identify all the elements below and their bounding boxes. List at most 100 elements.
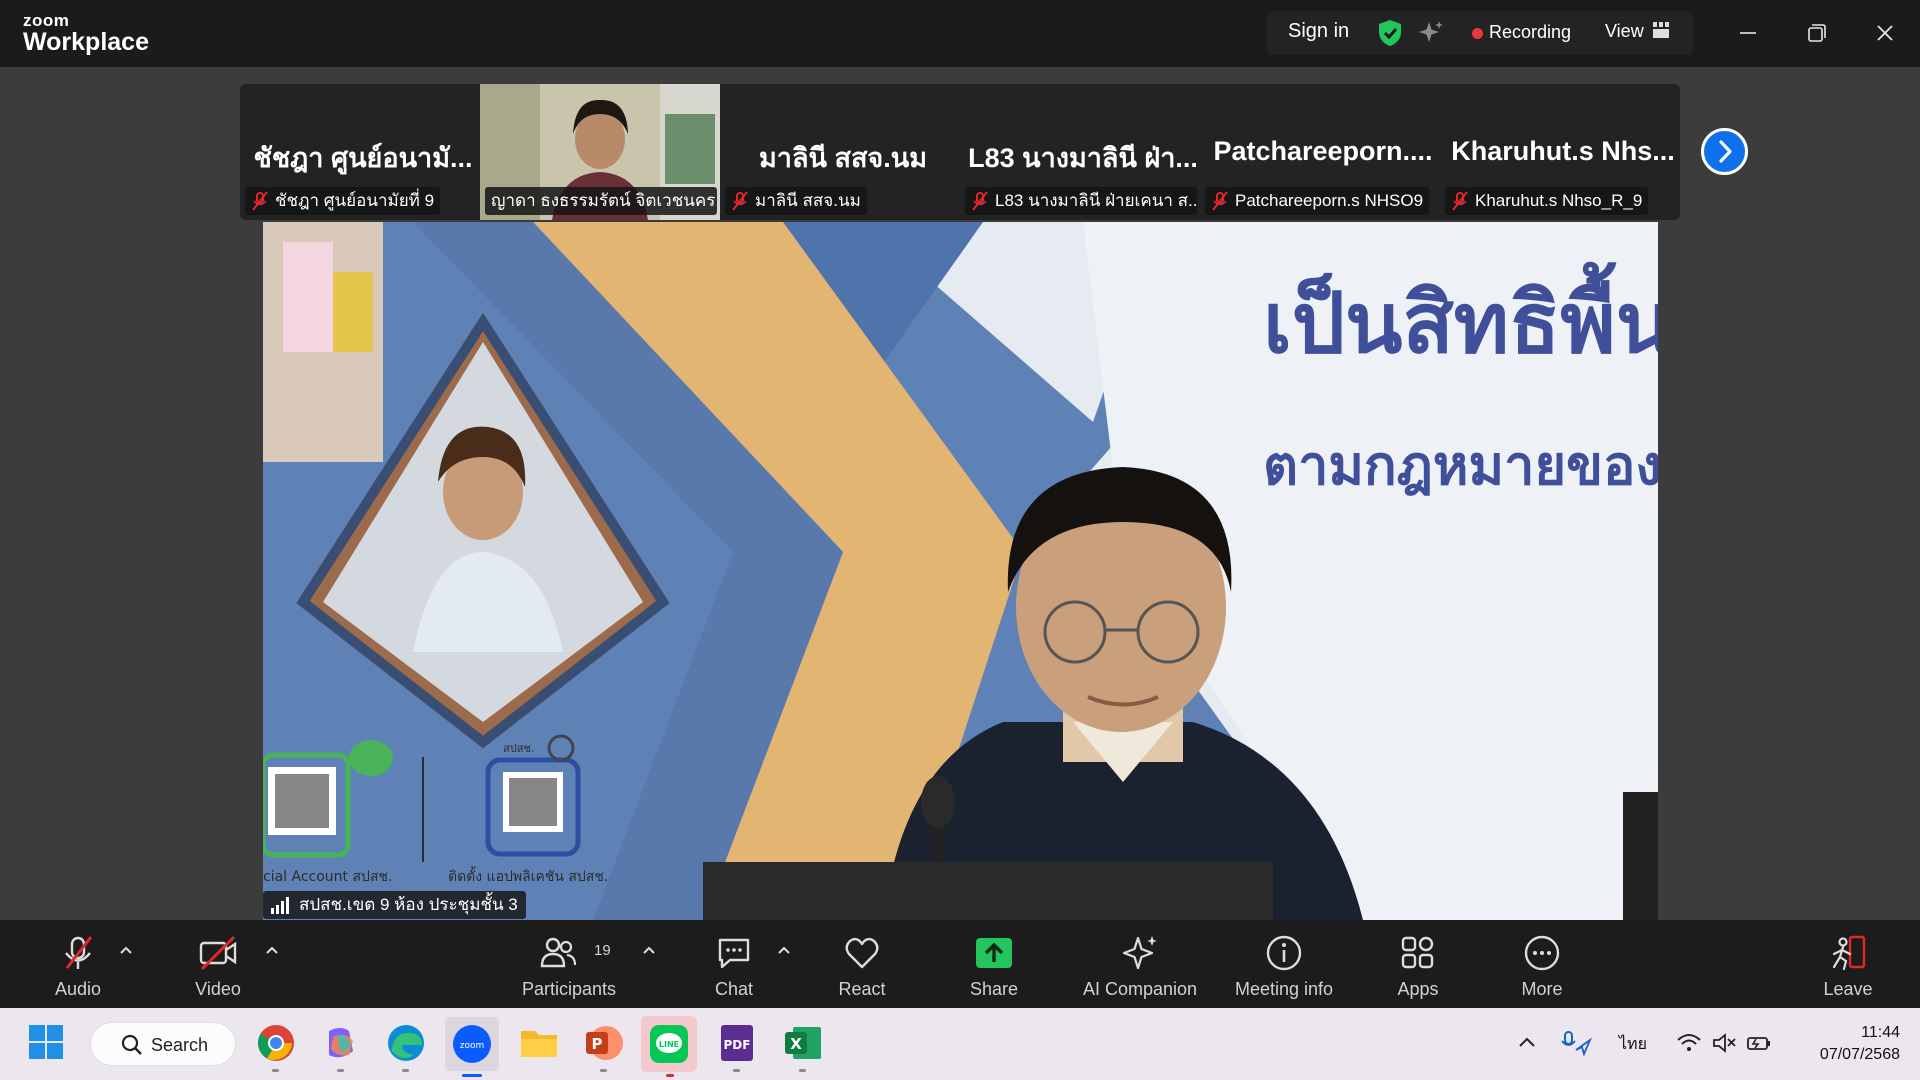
participant-name-label: Patchareeporn.s NHSO9 [1205, 187, 1430, 215]
wifi-icon[interactable] [1676, 1030, 1702, 1056]
muted-mic-icon [252, 191, 268, 211]
participant-name-label: L83 นางมาลินี ฝ่ายเคนา ส... [965, 187, 1197, 215]
running-indicator [402, 1069, 409, 1072]
chrome-icon[interactable] [254, 1021, 298, 1065]
ai-companion-label: AI Companion [1082, 979, 1198, 999]
minimize-icon[interactable] [1731, 17, 1765, 49]
speaker-name-label: สปสช.เขต 9 ห้อง ประชุมชั้น 3 [263, 891, 526, 919]
participant-name-text: L83 นางมาลินี ฝ่ายเคนา ส... [995, 191, 1197, 210]
muted-mic-icon [1212, 191, 1228, 211]
show-hidden-icons-chevron-icon[interactable] [1514, 1030, 1540, 1056]
audio-options-chevron-icon[interactable] [118, 944, 134, 956]
clock-time: 11:44 [1861, 1024, 1900, 1041]
svg-text:X: X [790, 1035, 802, 1053]
participants-options-chevron-icon[interactable] [641, 944, 657, 956]
participant-tile-video[interactable]: ญาดา ธงธรรมรัตน์ จิตเวชนคร... [480, 84, 720, 220]
participant-tile[interactable]: Kharuhut.s Nhs... Kharuhut.s Nhso_R_9 [1440, 84, 1680, 220]
participant-tile[interactable]: ชัชฎา ศูนย์อนามั... ชัชฎา ศูนย์อนามัยที่… [240, 84, 480, 220]
participant-tile[interactable]: มาลินี สสจ.นม มาลินี สสจ.นม [720, 84, 960, 220]
recording-indicator[interactable]: Recording [1489, 22, 1571, 43]
battery-icon[interactable] [1746, 1030, 1772, 1056]
view-button[interactable]: View [1605, 21, 1644, 42]
participant-name-label: ชัชฎา ศูนย์อนามัยที่ 9 [245, 187, 441, 215]
microphone-location-icon[interactable] [1560, 1030, 1592, 1056]
system-clock[interactable]: 11:44 07/07/2568 [1790, 1022, 1900, 1066]
participants-count-badge: 19 [594, 942, 611, 959]
leave-button[interactable]: Leave [1808, 920, 1888, 1008]
video-off-icon [199, 935, 237, 971]
grid-view-icon[interactable] [1653, 22, 1669, 38]
svg-text:LINE: LINE [659, 1040, 679, 1049]
line-app-icon: LINE [650, 1025, 688, 1063]
participants-button[interactable]: Participants [514, 920, 624, 1008]
signal-strength-icon [271, 897, 289, 914]
ai-sparkle-icon[interactable] [1418, 20, 1444, 46]
participant-display-name: ชัชฎา ศูนย์อนามั... [253, 143, 473, 173]
edge-icon[interactable] [384, 1021, 428, 1065]
participant-name-label: Kharuhut.s Nhso_R_9 [1445, 187, 1649, 215]
participant-name-label: ญาดา ธงธรรมรัตน์ จิตเวชนคร... [485, 187, 717, 215]
participant-tile[interactable]: L83 นางมาลินี ฝ่า... L83 นางมาลินี ฝ่ายเ… [960, 84, 1200, 220]
muted-mic-icon [972, 191, 988, 211]
running-indicator [272, 1069, 279, 1072]
speaker-video-frame: เป็นสิทธิพื้น ตามกฎหมายของ สปสช. cial Ac… [263, 222, 1658, 920]
next-page-chevron-icon[interactable] [1701, 128, 1748, 175]
ai-companion-button[interactable]: AI Companion [1075, 920, 1205, 1008]
file-explorer-icon[interactable] [517, 1021, 561, 1065]
participant-name-text: Patchareeporn.s NHSO9 [1235, 191, 1424, 210]
restore-icon[interactable] [1800, 17, 1834, 49]
participant-name-text: ชัชฎา ศูนย์อนามัยที่ 9 [275, 191, 435, 210]
clock-date: 07/07/2568 [1819, 1046, 1900, 1063]
slide-subheadline: ตามกฎหมายของ [1263, 434, 1658, 497]
volume-muted-icon[interactable] [1711, 1030, 1737, 1056]
copilot-icon[interactable] [319, 1021, 363, 1065]
more-dots-icon [1524, 935, 1560, 971]
muted-mic-icon [732, 191, 748, 211]
title-bar: zoom Workplace Sign in Recording View [0, 0, 1920, 67]
muted-mic-icon [1452, 191, 1468, 211]
react-button[interactable]: React [822, 920, 902, 1008]
windows-start-icon[interactable] [28, 1024, 64, 1060]
qr-tag-text: สปสช. [503, 742, 534, 755]
search-icon [121, 1034, 142, 1055]
running-indicator [733, 1069, 740, 1072]
logo-workplace-text: Workplace [23, 28, 149, 56]
participant-display-name: L83 นางมาลินี ฝ่า... [968, 143, 1198, 173]
participant-thumbnail-strip: ชัชฎา ศูนย์อนามั... ชัชฎา ศูนย์อนามัยที่… [240, 84, 1680, 220]
participant-name-text: Kharuhut.s Nhso_R_9 [1475, 191, 1643, 210]
input-language-indicator[interactable]: ไทย [1619, 1032, 1647, 1057]
chat-button[interactable]: Chat [694, 920, 774, 1008]
audio-button[interactable]: Audio [37, 920, 119, 1008]
chat-options-chevron-icon[interactable] [776, 944, 792, 956]
line-taskbar-button-active[interactable]: LINE [641, 1016, 697, 1072]
participant-name-text: มาลินี สสจ.นม [755, 191, 861, 210]
excel-icon[interactable]: X [781, 1021, 825, 1065]
close-icon[interactable] [1868, 17, 1902, 49]
pdf-app-icon[interactable]: PDF [715, 1021, 759, 1065]
participants-label: Participants [521, 979, 617, 999]
powerpoint-icon[interactable]: P [582, 1021, 626, 1065]
participants-icon [540, 937, 577, 968]
windows-taskbar: Search zoom P LINE PDF X ไทย 11:44 07/07… [0, 1008, 1920, 1080]
taskbar-search-box[interactable]: Search [90, 1022, 236, 1066]
slide-headline: เป็นสิทธิพื้น [1263, 261, 1658, 372]
participant-name-text: ญาดา ธงธรรมรัตน์ จิตเวชนคร... [491, 191, 717, 210]
more-button[interactable]: More [1502, 920, 1582, 1008]
leave-label: Leave [1823, 979, 1873, 999]
sign-in-button[interactable]: Sign in [1288, 20, 1349, 43]
recording-dot-icon [1472, 28, 1483, 39]
meeting-info-button[interactable]: Meeting info [1226, 920, 1342, 1008]
search-label: Search [151, 1035, 209, 1055]
active-speaker-video[interactable]: เป็นสิทธิพื้น ตามกฎหมายของ สปสช. cial Ac… [263, 222, 1658, 920]
muted-microphone-icon [65, 936, 93, 969]
video-button[interactable]: Video [176, 920, 260, 1008]
zoom-taskbar-button-active[interactable]: zoom [445, 1017, 499, 1071]
share-button[interactable]: Share [954, 920, 1034, 1008]
participant-tile[interactable]: Patchareeporn.... Patchareeporn.s NHSO9 [1200, 84, 1440, 220]
video-options-chevron-icon[interactable] [264, 944, 280, 956]
audio-label: Audio [54, 979, 102, 999]
running-indicator [799, 1069, 806, 1072]
encryption-shield-icon[interactable] [1377, 19, 1403, 47]
apps-button[interactable]: Apps [1378, 920, 1458, 1008]
speaker-name-text: สปสช.เขต 9 ห้อง ประชุมชั้น 3 [299, 895, 518, 914]
